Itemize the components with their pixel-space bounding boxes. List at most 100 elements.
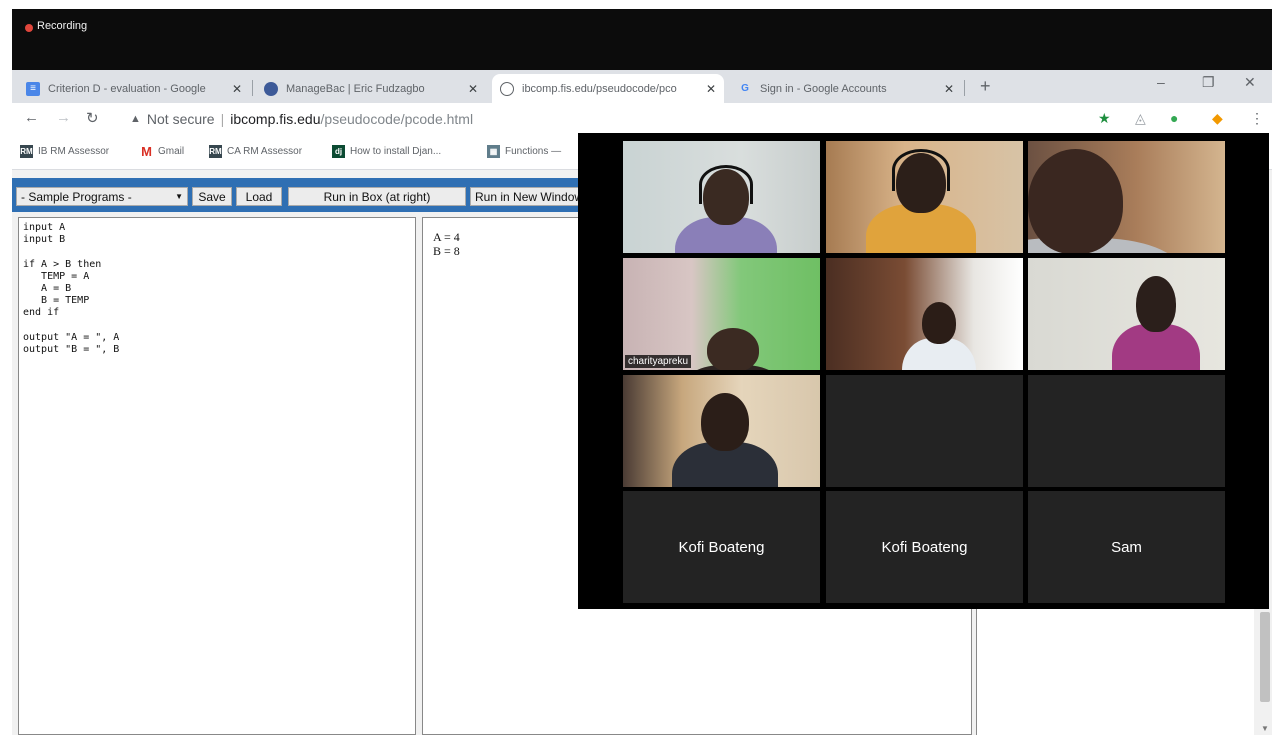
code-line: input A bbox=[23, 222, 66, 233]
save-button[interactable]: Save bbox=[192, 187, 232, 206]
participant-video-tile[interactable] bbox=[1028, 258, 1225, 370]
tab-title: Criterion D - evaluation - Google bbox=[48, 82, 206, 95]
address-divider: | bbox=[220, 111, 225, 127]
forward-arrow-icon[interactable]: → bbox=[56, 109, 71, 126]
tab-sign-in[interactable]: G Sign in - Google Accounts ✕ bbox=[730, 74, 962, 103]
tab-title: Sign in - Google Accounts bbox=[760, 82, 887, 95]
recording-dot-icon bbox=[25, 24, 33, 32]
participant-head bbox=[1136, 276, 1176, 332]
tab-separator bbox=[964, 80, 965, 96]
rm-icon: RM bbox=[209, 145, 222, 158]
participant-name: Sam bbox=[1111, 538, 1142, 556]
recording-label: Recording bbox=[37, 20, 88, 32]
code-line: A = B bbox=[23, 282, 72, 294]
bookmark-install-django[interactable]: dj How to install Djan... bbox=[332, 145, 441, 158]
headphones-icon bbox=[892, 149, 950, 191]
participant-name-tile[interactable]: Kofi Boateng bbox=[826, 491, 1023, 603]
close-icon[interactable]: ✕ bbox=[224, 82, 242, 96]
extension-icon[interactable]: ◬ bbox=[1135, 110, 1146, 127]
participant-video-tile[interactable] bbox=[623, 141, 820, 253]
participant-head bbox=[922, 302, 956, 344]
tab-criterion-d[interactable]: ≡ Criterion D - evaluation - Google ✕ bbox=[18, 74, 250, 103]
tab-pseudocode[interactable]: ibcomp.fis.edu/pseudocode/pco ✕ bbox=[492, 74, 724, 103]
code-editor[interactable]: input Ainput B if A > B then TEMP = A A =… bbox=[18, 217, 416, 735]
menu-kebab-icon[interactable]: ⋮ bbox=[1250, 110, 1264, 127]
globe-icon bbox=[500, 81, 514, 96]
bookmark-label: CA RM Assessor bbox=[227, 146, 303, 157]
close-icon[interactable]: ✕ bbox=[460, 82, 478, 96]
participant-head bbox=[1028, 149, 1123, 253]
restore-icon[interactable]: ❐ bbox=[1202, 74, 1215, 91]
run-in-box-button[interactable]: Run in Box (at right) bbox=[288, 187, 466, 206]
django-icon: dj bbox=[332, 145, 345, 158]
back-arrow-icon[interactable]: ← bbox=[24, 109, 39, 126]
recording-bar: Recording bbox=[12, 9, 1272, 70]
extension-orange-icon[interactable]: ◆ bbox=[1212, 110, 1223, 127]
managebac-icon bbox=[264, 81, 278, 96]
minimize-icon[interactable]: – bbox=[1157, 74, 1165, 90]
extension-green-icon[interactable]: ● bbox=[1170, 110, 1178, 126]
scrollbar-thumb[interactable] bbox=[1260, 612, 1270, 702]
bookmark-ca-rm-assessor[interactable]: RM CA RM Assessor bbox=[209, 145, 302, 158]
tab-title: ibcomp.fis.edu/pseudocode/pco bbox=[522, 82, 677, 95]
participant-head bbox=[701, 393, 749, 451]
tab-strip: ≡ Criterion D - evaluation - Google ✕ Ma… bbox=[12, 70, 1272, 103]
screen: Recording ≡ Criterion D - evaluation - G… bbox=[0, 0, 1272, 735]
address-host: ibcomp.fis.edu bbox=[230, 111, 321, 127]
participant-name: Kofi Boateng bbox=[881, 538, 968, 556]
code-line: input B bbox=[23, 234, 66, 246]
frame-left-edge bbox=[0, 0, 12, 735]
bookmark-label: Gmail bbox=[158, 146, 185, 157]
video-call-panel: charityapreku Kofi Boateng Kofi Boateng Sam bbox=[578, 133, 1269, 609]
empty-video-tile bbox=[1028, 375, 1225, 487]
window-close-icon[interactable]: ✕ bbox=[1244, 74, 1256, 91]
bookmark-label: Functions — bbox=[505, 146, 562, 157]
code-line: end if bbox=[23, 307, 60, 319]
participant-video-tile[interactable] bbox=[826, 258, 1023, 370]
dropdown-arrow-icon: ▼ bbox=[175, 192, 183, 201]
code-line: if A > B then bbox=[23, 258, 102, 270]
functions-icon: ▦ bbox=[487, 145, 500, 158]
participant-video-tile[interactable] bbox=[623, 375, 820, 487]
rm-icon: RM bbox=[20, 145, 33, 158]
bookmark-star-icon[interactable]: ★ bbox=[1098, 110, 1111, 127]
browser-toolbar: ← → ↻ ▲ Not secure | ibcomp.fis.edu /pse… bbox=[12, 103, 1272, 136]
select-value: - Sample Programs - bbox=[21, 189, 132, 204]
bookmark-label: How to install Djan... bbox=[350, 146, 442, 157]
bookmark-functions[interactable]: ▦ Functions — bbox=[487, 145, 561, 158]
google-icon: G bbox=[741, 83, 749, 94]
bookmark-ib-rm-assessor[interactable]: RM IB RM Assessor bbox=[20, 145, 109, 158]
tab-managebac[interactable]: ManageBac | Eric Fudzagbo ✕ bbox=[256, 74, 486, 103]
participant-name-tile[interactable]: Kofi Boateng bbox=[623, 491, 820, 603]
participant-video-tile[interactable]: charityapreku bbox=[623, 258, 820, 370]
google-docs-icon: ≡ bbox=[26, 81, 40, 96]
participant-name: Kofi Boateng bbox=[678, 538, 765, 556]
bookmark-label: IB RM Assessor bbox=[38, 146, 110, 157]
tab-separator bbox=[252, 80, 253, 96]
security-label: Not secure bbox=[146, 111, 215, 127]
scroll-down-arrow-icon[interactable]: ▼ bbox=[1261, 724, 1269, 733]
participant-name-tag: charityapreku bbox=[625, 355, 692, 368]
participant-video-tile[interactable] bbox=[1028, 141, 1225, 253]
bookmark-gmail[interactable]: M Gmail bbox=[140, 144, 185, 159]
headphones-icon bbox=[699, 165, 753, 205]
code-line: output "B = ", B bbox=[23, 343, 120, 355]
participant-head bbox=[707, 328, 759, 370]
participant-video-tile[interactable] bbox=[826, 141, 1023, 253]
gmail-icon: M bbox=[141, 144, 152, 159]
reload-icon[interactable]: ↻ bbox=[86, 109, 99, 127]
participant-name-tile[interactable]: Sam bbox=[1028, 491, 1225, 603]
code-line: TEMP = A bbox=[23, 270, 90, 282]
load-button[interactable]: Load bbox=[236, 187, 282, 206]
close-icon[interactable]: ✕ bbox=[936, 82, 954, 96]
tab-title: ManageBac | Eric Fudzagbo bbox=[286, 82, 425, 95]
close-icon[interactable]: ✕ bbox=[698, 82, 716, 96]
new-tab-plus-icon[interactable]: + bbox=[980, 76, 991, 97]
code-line: output "A = ", A bbox=[23, 331, 120, 343]
sample-programs-select[interactable]: - Sample Programs - ▼ bbox=[16, 187, 188, 206]
warning-triangle-icon: ▲ bbox=[130, 113, 141, 125]
address-bar[interactable]: ▲ Not secure | ibcomp.fis.edu /pseudocod… bbox=[130, 111, 473, 127]
control-bar: - Sample Programs - ▼ Save Load Run in B… bbox=[12, 178, 612, 212]
empty-video-tile bbox=[826, 375, 1023, 487]
